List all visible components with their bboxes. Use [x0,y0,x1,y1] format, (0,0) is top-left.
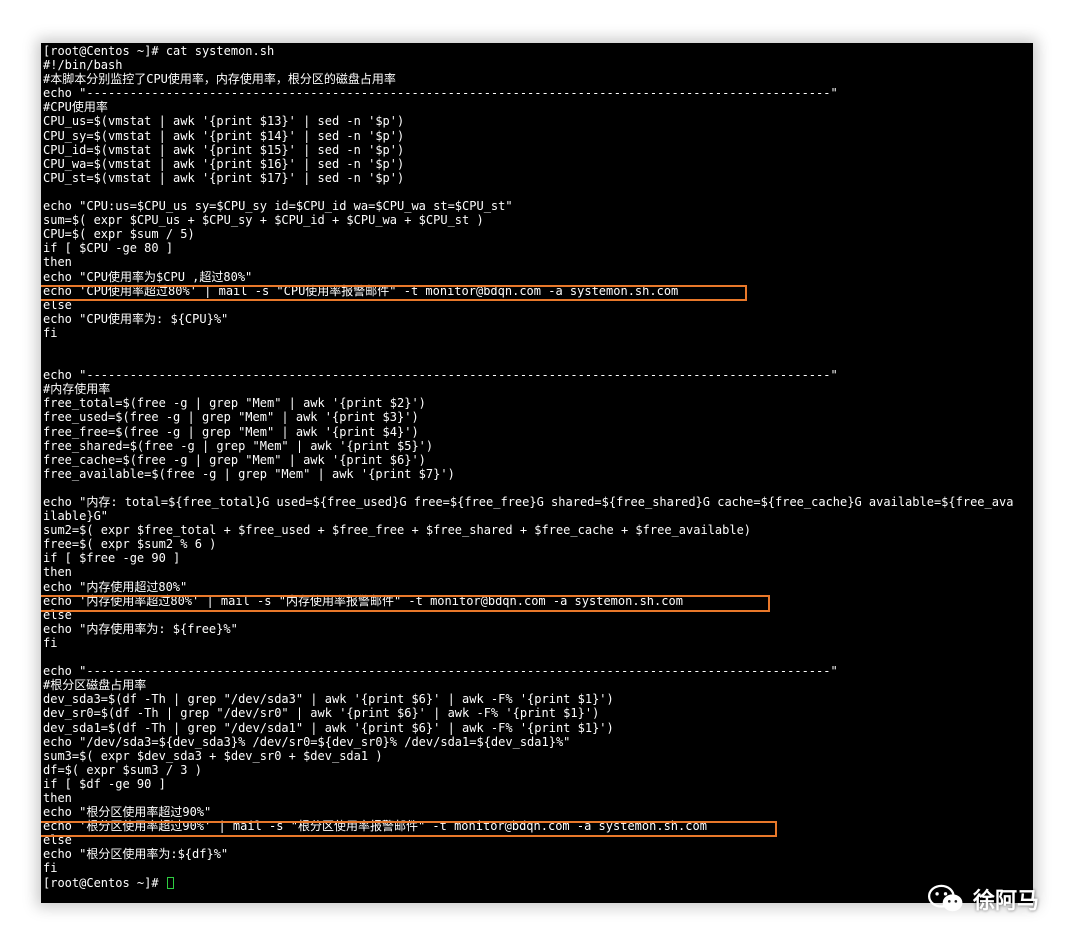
terminal-line: echo "----------------------------------… [43,664,838,679]
terminal-line: else [43,297,72,312]
terminal-line: CPU_wa=$(vmstat | awk '{print $16}' | se… [43,156,405,171]
terminal-line: fi [43,325,58,340]
terminal-line: free=$( expr $sum2 % 6 ) [43,537,217,552]
terminal-line: [root@Centos ~]# [43,876,1033,890]
terminal-line: if [ $free -ge 90 ] [43,551,181,566]
terminal-line: CPU_st=$(vmstat | awk '{print $17}' | se… [43,170,405,185]
terminal-line: echo "----------------------------------… [43,86,838,101]
terminal-line: #本脚本分别监控了CPU使用率，内存使用率，根分区的磁盘占用率 [43,72,396,87]
terminal-line: echo 'CPU使用率超过80%' | mail -s "CPU使用率报警邮件… [43,283,679,298]
terminal-line: CPU_id=$(vmstat | awk '{print $15}' | se… [43,142,405,157]
terminal-line: CPU_sy=$(vmstat | awk '{print $14}' | se… [43,128,405,143]
terminal-line: #内存使用率 [43,382,111,397]
terminal-line: sum3=$( expr $dev_sda3 + $dev_sr0 + $dev… [43,748,383,763]
terminal-line: echo "根分区使用率为:${df}%" [43,847,229,862]
terminal-line: echo "内存使用超过80%" [43,579,188,594]
terminal-line: echo "/dev/sda3=${dev_sda3}% /dev/sr0=${… [43,734,571,749]
terminal-line: if [ $df -ge 90 ] [43,776,166,791]
watermark: 徐阿马 [927,883,1039,915]
terminal-line: else [43,833,72,848]
terminal-line: then [43,790,72,805]
terminal-line: echo "CPU使用率为$CPU ,超过80%" [43,269,253,284]
terminal-line: free_shared=$(free -g | grep "Mem" | awk… [43,438,434,453]
terminal-line: dev_sda1=$(df -Th | grep "/dev/sda1" | a… [43,720,614,735]
terminal-output: [root@Centos ~]# cat systemon.sh #!/bin/b… [43,44,1033,890]
terminal-line: if [ $CPU -ge 80 ] [43,241,174,256]
terminal-line: echo "内存: total=${free_total}G used=${fr… [43,495,1014,509]
terminal-line: free_used=$(free -g | grep "Mem" | awk '… [43,410,419,425]
terminal-cursor [166,876,174,889]
terminal-line: free_cache=$(free -g | grep "Mem" | awk … [43,452,426,467]
terminal-line: #CPU使用率 [43,100,108,115]
terminal-line: echo "CPU使用率为: ${CPU}%" [43,311,229,326]
terminal-window[interactable]: [root@Centos ~]# cat systemon.sh #!/bin/b… [41,43,1033,903]
terminal-line: [root@Centos ~]# cat systemon.sh [43,44,275,58]
terminal-line: sum=$( expr $CPU_us + $CPU_sy + $CPU_id … [43,213,484,228]
terminal-line: fi [43,635,58,650]
terminal-line: then [43,255,72,270]
terminal-line: free_total=$(free -g | grep "Mem" | awk … [43,396,426,411]
terminal-line: fi [43,861,58,876]
wechat-icon [927,884,963,912]
terminal-line: echo "----------------------------------… [43,368,838,383]
terminal-line: df=$( expr $sum3 / 3 ) [43,762,202,777]
terminal-line: sum2=$( expr $free_total + $free_used + … [43,523,752,538]
terminal-line: echo "根分区使用率超过90%" [43,805,212,820]
watermark-text: 徐阿马 [972,889,1039,914]
terminal-line: then [43,565,72,580]
terminal-line: echo '根分区使用率超过90%' | mail -s "根分区使用率报警邮件… [43,819,707,834]
terminal-line: dev_sr0=$(df -Th | grep "/dev/sr0" | awk… [43,706,600,721]
terminal-line: echo '内存使用率超过80%' | mail -s "内存使用率报警邮件" … [43,593,683,608]
terminal-line: #!/bin/bash [43,58,123,73]
terminal-line: CPU=$( expr $sum / 5) [43,227,195,242]
terminal-line: echo "CPU:us=$CPU_us sy=$CPU_sy id=$CPU_… [43,199,513,214]
terminal-line: echo "内存使用率为: ${free}%" [43,621,238,636]
terminal-line: free_available=$(free -g | grep "Mem" | … [43,466,455,481]
terminal-line: #根分区磁盘占用率 [43,678,147,693]
terminal-line: ilable}G" [43,509,109,524]
terminal-line: else [43,607,72,622]
terminal-line: CPU_us=$(vmstat | awk '{print $13}' | se… [43,114,405,129]
terminal-line: dev_sda3=$(df -Th | grep "/dev/sda3" | a… [43,692,614,707]
screenshot-page: [root@Centos ~]# cat systemon.sh #!/bin/b… [0,0,1075,945]
terminal-line: free_free=$(free -g | grep "Mem" | awk '… [43,424,419,439]
